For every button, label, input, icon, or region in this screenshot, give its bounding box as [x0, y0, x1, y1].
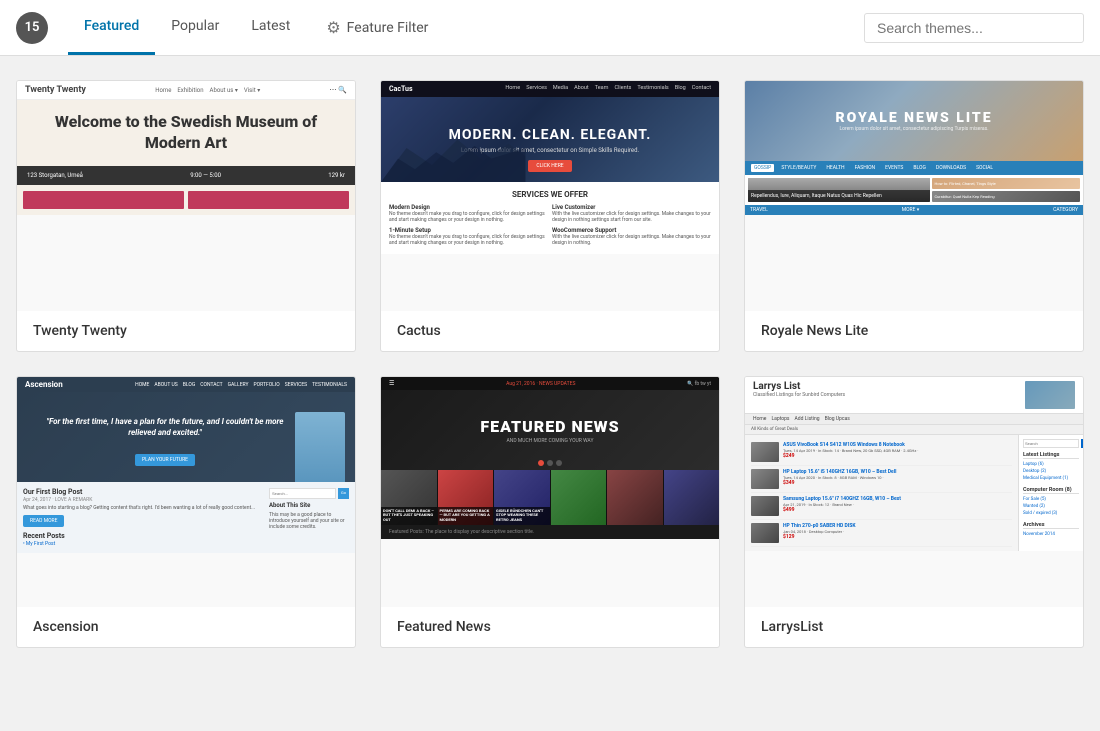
royale-sidebar-img-1: How to: Flirted, Chanel, Tings Style	[932, 178, 1081, 189]
fn-thumb-1: DON'T CALL DEMI A BACK – BUT THE'S JUST …	[381, 470, 437, 525]
fn-thumb-2: PERMS ARE COMING BACK — BUT ARE YOU GETT…	[438, 470, 494, 525]
list-item: HP Thin 270-p0 SABER HD DISK Jan 04, 201…	[751, 520, 1012, 547]
ll-sidebar: Go Latest Listings Laptop (6) Desktop (2…	[1018, 435, 1083, 551]
royale-hero-img: ROYALE NEWS LITE Lorem ipsum dolor sit a…	[745, 81, 1083, 161]
tt-icons: ⋯ 🔍	[330, 86, 347, 94]
fn-header: ☰ Aug 21, 2016 · NEWS UPDATES 🔍 fb tw yt	[381, 377, 719, 390]
feature-filter-label: Feature Filter	[347, 20, 429, 36]
asc-content: Our First Blog Post Apr 24, 2017 · LOVE …	[17, 482, 355, 553]
list-item: HP Laptop 15.6" i5 140GHZ 16GB, W10 – Be…	[751, 466, 1012, 493]
theme-card-twenty-twenty[interactable]: Twenty Twenty HomeExhibitionAbout us ▾Vi…	[16, 80, 356, 352]
cactus-hero: MODERN. CLEAN. ELEGANT. Lorem ipsum dolo…	[381, 97, 719, 182]
tt-nav: HomeExhibitionAbout us ▾Visit ▾	[155, 87, 260, 94]
cactus-services: SERVICES WE OFFER Modern Design No theme…	[381, 182, 719, 254]
theme-card-cactus[interactable]: CacTus HomeServicesMediaAboutTeamClients…	[380, 80, 720, 352]
royale-sidebar-img-2: Curabitur: Quat Nulla Kep Reading	[932, 191, 1081, 202]
tt-dark-section: 123 Storgatan, Umeå 9:00 — 5:00 129 kr	[17, 166, 355, 185]
nav-tabs: Featured Popular Latest	[68, 0, 306, 55]
tab-latest[interactable]: Latest	[235, 0, 306, 55]
fn-thumb-6	[664, 470, 720, 525]
fn-thumbnails: DON'T CALL DEMI A BACK – BUT THE'S JUST …	[381, 470, 719, 525]
listing-img	[751, 442, 779, 462]
theme-name-cactus: Cactus	[381, 311, 719, 351]
ll-brand: Larrys List	[753, 381, 845, 392]
royale-main-caption: Repellendus, Iure, Aliquam, Itaque Natus…	[748, 190, 930, 202]
theme-preview-cactus: CacTus HomeServicesMediaAboutTeamClients…	[381, 81, 719, 311]
royale-sidebar: How to: Flirted, Chanel, Tings Style Cur…	[932, 178, 1081, 202]
theme-preview-royale: ROYALE NEWS LITE Lorem ipsum dolor sit a…	[745, 81, 1083, 311]
cactus-services-grid: Modern Design No theme doesn't make you …	[389, 204, 711, 246]
theme-preview-ascension: Ascension HOMEABOUT USBLOGCONTACTGALLERY…	[17, 377, 355, 607]
cactus-services-title: SERVICES WE OFFER	[389, 190, 711, 199]
theme-name-ascension: Ascension	[17, 607, 355, 647]
theme-name-twenty-twenty: Twenty Twenty	[17, 311, 355, 351]
search-wrap	[864, 13, 1084, 43]
ll-sidebar-section-1: Latest Listings Laptop (6) Desktop (2) M…	[1023, 452, 1079, 482]
theme-card-featured-news[interactable]: ☰ Aug 21, 2016 · NEWS UPDATES 🔍 fb tw yt…	[380, 376, 720, 648]
themes-grid: Twenty Twenty HomeExhibitionAbout us ▾Vi…	[0, 56, 1100, 672]
asc-posts: Our First Blog Post Apr 24, 2017 · LOVE …	[23, 488, 263, 547]
asc-hero: "For the first time, I have a plan for t…	[17, 392, 355, 482]
listing-img	[751, 469, 779, 489]
ll-tagline: Classified Listings for Sunbird Computer…	[753, 392, 845, 398]
theme-preview-larrys: Larrys List Classified Listings for Sunb…	[745, 377, 1083, 607]
theme-name-royale: Royale News Lite	[745, 311, 1083, 351]
ll-header: Larrys List Classified Listings for Sunb…	[745, 377, 1083, 414]
fn-thumb-5	[607, 470, 663, 525]
asc-cta-btn: PLAN YOUR FUTURE	[135, 454, 195, 466]
theme-name-featured-news: Featured News	[381, 607, 719, 647]
asc-hero-text: "For the first time, I have a plan for t…	[25, 408, 305, 446]
ll-nav: HomeLaptopsAdd ListingBlog Upcas	[745, 414, 1083, 425]
theme-count-badge: 15	[16, 12, 48, 44]
theme-card-larrys[interactable]: Larrys List Classified Listings for Sunb…	[744, 376, 1084, 648]
royale-content: Repellendus, Iure, Aliquam, Itaque Natus…	[745, 175, 1083, 205]
ll-sidebar-section-2: Computer Room (8) For Sale (5) Wanted (2…	[1023, 487, 1079, 517]
tab-featured[interactable]: Featured	[68, 0, 155, 55]
asc-sidebar: Go About This Site This may be a good pl…	[269, 488, 349, 547]
gear-icon: ⚙	[326, 18, 340, 37]
list-item: ASUS VivoBook S14 S412 W10S Windows 8 No…	[751, 439, 1012, 466]
royale-nav: GOSSIP STYLE/BEAUTY HEALTH FASHION EVENT…	[745, 161, 1083, 175]
fn-thumb-3: GISELE BÜNDCHEN CAN'T STOP WEARING THESE…	[494, 470, 550, 525]
list-item: Samsung Laptop 15.6" i7 140GHZ 16GB, W10…	[751, 493, 1012, 520]
theme-card-ascension[interactable]: Ascension HOMEABOUT USBLOGCONTACTGALLERY…	[16, 376, 356, 648]
tt-hero-text: Welcome to the Swedish Museum of Modern …	[29, 112, 343, 154]
fn-footer: Featured Posts: The place to display you…	[381, 525, 719, 539]
tt-site-name: Twenty Twenty	[25, 85, 86, 95]
theme-preview-twenty-twenty: Twenty Twenty HomeExhibitionAbout us ▾Vi…	[17, 81, 355, 311]
ll-sidebar-section-3: Archives November 2014	[1023, 522, 1079, 538]
theme-name-larrys: LarrysList	[745, 607, 1083, 647]
fn-thumb-4	[551, 470, 607, 525]
fn-hero: FEATURED NEWS AND MUCH MORE COMING YOUR …	[381, 390, 719, 470]
theme-preview-featured-news: ☰ Aug 21, 2016 · NEWS UPDATES 🔍 fb tw yt…	[381, 377, 719, 607]
search-input[interactable]	[864, 13, 1084, 43]
theme-card-royale[interactable]: ROYALE NEWS LITE Lorem ipsum dolor sit a…	[744, 80, 1084, 352]
top-bar: 15 Featured Popular Latest ⚙ Feature Fil…	[0, 0, 1100, 56]
listing-img	[751, 496, 779, 516]
fn-hero-headline: FEATURED NEWS	[480, 417, 619, 436]
tt-red-blocks	[17, 185, 355, 215]
ll-main: ASUS VivoBook S14 S412 W10S Windows 8 No…	[745, 435, 1018, 551]
royale-footer-bar: TRAVEL MORE ▾ CATEGORY	[745, 205, 1083, 215]
cactus-nav: CacTus HomeServicesMediaAboutTeamClients…	[381, 81, 719, 97]
royale-title-overlay: ROYALE NEWS LITE Lorem ipsum dolor sit a…	[835, 110, 992, 132]
asc-nav: Ascension HOMEABOUT USBLOGCONTACTGALLERY…	[17, 377, 355, 392]
listing-img	[751, 523, 779, 543]
feature-filter-button[interactable]: ⚙ Feature Filter	[310, 18, 444, 37]
ll-body: ASUS VivoBook S14 S412 W10S Windows 8 No…	[745, 435, 1083, 551]
royale-main-img: Repellendus, Iure, Aliquam, Itaque Natus…	[748, 178, 930, 202]
cactus-btn: CLICK HERE	[528, 160, 571, 172]
tab-popular[interactable]: Popular	[155, 0, 235, 55]
